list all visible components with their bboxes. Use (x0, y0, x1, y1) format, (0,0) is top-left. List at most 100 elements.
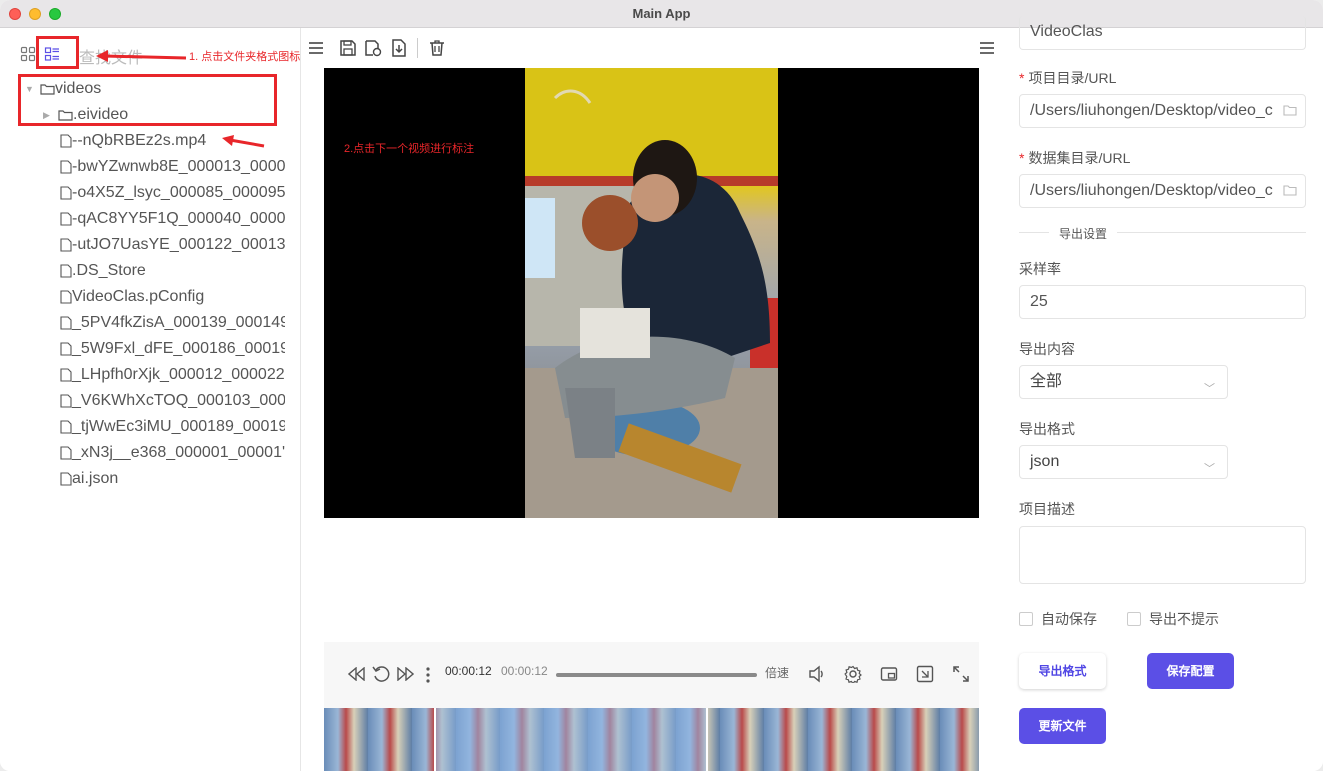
save-as-icon[interactable] (364, 39, 382, 57)
fullscreen-icon[interactable] (952, 665, 970, 683)
project-settings-panel: VideoClas * 项目目录/URL /Users/liuhongen/Des… (999, 16, 1323, 771)
tree-item-file[interactable]: _LHpfh0rXjk_000012_000022 (60, 362, 285, 388)
video-editor-area: 2.点击下一个视频进行标注 00:00:12 00:00:12 倍速 (302, 28, 999, 771)
field-value: /Users/liuhongen/Desktop/video_c (1030, 182, 1273, 199)
file-icon (60, 134, 72, 148)
file-icon (60, 342, 72, 356)
menu-icon[interactable] (307, 39, 325, 57)
annotation-note-2: 2.点击下一个视频进行标注 (344, 143, 475, 155)
sample-rate-label: 采样率 (1019, 261, 1061, 277)
description-label: 项目描述 (1019, 501, 1075, 517)
tree-item-label: _5W9Fxl_dFE_000186_00019 (72, 340, 285, 357)
required-asterisk: * (1019, 70, 1025, 86)
tree-item-label: _xN3j__e368_000001_00001' (72, 444, 285, 461)
no-prompt-label: 导出不提示 (1149, 611, 1219, 627)
tree-item-file[interactable]: -bwYZwnwb8E_000013_0000 (60, 154, 285, 180)
tree-item-label: -o4X5Z_lsyc_000085_000095 (72, 184, 285, 201)
auto-save-checkbox[interactable] (1019, 612, 1033, 626)
export-settings-heading: 导出设置 (1049, 225, 1118, 242)
rewind-icon[interactable] (348, 667, 366, 681)
player-controls: 00:00:12 00:00:12 倍速 (324, 642, 979, 708)
tree-item-label: -bwYZwnwb8E_000013_0000 (72, 158, 285, 175)
select-value: json (1030, 453, 1060, 470)
tree-item-file[interactable]: _tjWwEc3iMU_000189_00019 (60, 414, 285, 440)
file-icon (60, 368, 72, 382)
chevron-down-icon: ﹀ (1204, 383, 1215, 395)
video-frame-image (525, 68, 778, 518)
delete-icon[interactable] (428, 39, 446, 57)
description-textarea[interactable] (1019, 526, 1306, 584)
export-format-button[interactable]: 导出格式 (1019, 653, 1106, 689)
tree-item-file[interactable]: _xN3j__e368_000001_00001' (60, 440, 285, 466)
file-icon (60, 420, 72, 434)
speed-button[interactable]: 倍速 (765, 664, 789, 681)
annotation-box-icon (36, 36, 79, 69)
tree-item-file[interactable]: -qAC8YY5F1Q_000040_0000 (60, 206, 285, 232)
grid-view-icon[interactable] (20, 46, 36, 62)
video-player[interactable] (324, 68, 979, 518)
tree-item-file[interactable]: _5PV4fkZisA_000139_000149 (60, 310, 285, 336)
file-icon (60, 290, 72, 304)
required-asterisk: * (1019, 150, 1025, 166)
file-icon (60, 472, 72, 486)
export-format-label: 导出格式 (1019, 421, 1075, 437)
web-fullscreen-icon[interactable] (916, 665, 934, 683)
tree-item-label: -utJO7UasYE_000122_00013: (72, 236, 285, 253)
export-format-select[interactable]: json ﹀ (1019, 445, 1228, 479)
tree-item-label: -qAC8YY5F1Q_000040_0000 (72, 210, 285, 227)
tree-item-file[interactable]: -utJO7UasYE_000122_00013: (60, 232, 285, 258)
replay-icon[interactable] (372, 665, 390, 683)
timeline-selection[interactable] (434, 708, 708, 771)
export-file-icon[interactable] (390, 39, 408, 57)
tree-item-file[interactable]: .DS_Store (60, 258, 285, 284)
annotation-box-folder (18, 74, 277, 126)
sample-rate-field[interactable]: 25 (1019, 285, 1306, 319)
export-content-select[interactable]: 全部 ﹀ (1019, 365, 1228, 399)
project-dir-field[interactable]: /Users/liuhongen/Desktop/video_c (1019, 94, 1306, 128)
file-icon (60, 160, 72, 174)
chevron-down-icon: ﹀ (1204, 463, 1215, 475)
file-icon (60, 212, 72, 226)
fast-forward-icon[interactable] (396, 667, 414, 681)
file-icon (60, 264, 72, 278)
save-icon[interactable] (339, 39, 357, 57)
annotation-note-1: 1. 点击文件夹格式图标 (189, 51, 301, 63)
timeline-filmstrip[interactable] (324, 708, 979, 771)
tree-item-label: _5PV4fkZisA_000139_000149 (72, 314, 285, 331)
more-options-icon[interactable] (425, 666, 431, 684)
file-icon (60, 238, 72, 252)
tree-item-label: _LHpfh0rXjk_000012_000022 (72, 366, 285, 383)
annotation-arrow-icon (96, 50, 187, 62)
label-text: 项目目录/URL (1028, 70, 1117, 86)
annotation-arrow-icon (222, 135, 265, 148)
file-icon (60, 186, 72, 200)
save-config-button[interactable]: 保存配置 (1147, 653, 1234, 689)
auto-save-label: 自动保存 (1041, 611, 1097, 627)
file-icon (60, 316, 72, 330)
project-name-field[interactable]: VideoClas (1019, 16, 1306, 50)
tree-item-file[interactable]: VideoClas.pConfig (60, 284, 285, 310)
progress-bar[interactable] (556, 673, 757, 677)
volume-icon[interactable] (808, 665, 826, 683)
tree-item-file[interactable]: _V6KWhXcTOQ_000103_000 (60, 388, 285, 414)
project-dir-label: * 项目目录/URL (1019, 68, 1116, 88)
toolbar-divider (417, 38, 418, 58)
tree-item-file[interactable]: ai.json (60, 466, 285, 492)
picture-in-picture-icon[interactable] (880, 665, 898, 683)
panel-menu-icon[interactable] (978, 39, 996, 57)
no-prompt-checkbox[interactable] (1127, 612, 1141, 626)
dataset-dir-label: * 数据集目录/URL (1019, 148, 1130, 168)
dataset-dir-field[interactable]: /Users/liuhongen/Desktop/video_c (1019, 174, 1306, 208)
folder-open-icon[interactable] (1283, 184, 1297, 196)
tree-item-label: _tjWwEc3iMU_000189_00019 (72, 418, 285, 435)
update-file-button[interactable]: 更新文件 (1019, 708, 1106, 744)
tree-item-file[interactable]: -o4X5Z_lsyc_000085_000095 (60, 180, 285, 206)
file-icon (60, 394, 72, 408)
tree-item-label: .DS_Store (72, 262, 146, 279)
folder-open-icon[interactable] (1283, 104, 1297, 116)
select-value: 全部 (1030, 373, 1063, 390)
settings-gear-icon[interactable] (844, 665, 862, 683)
tree-item-file[interactable]: _5W9Fxl_dFE_000186_00019 (60, 336, 285, 362)
tree-item-label: ai.json (72, 470, 119, 487)
file-icon (60, 446, 72, 460)
